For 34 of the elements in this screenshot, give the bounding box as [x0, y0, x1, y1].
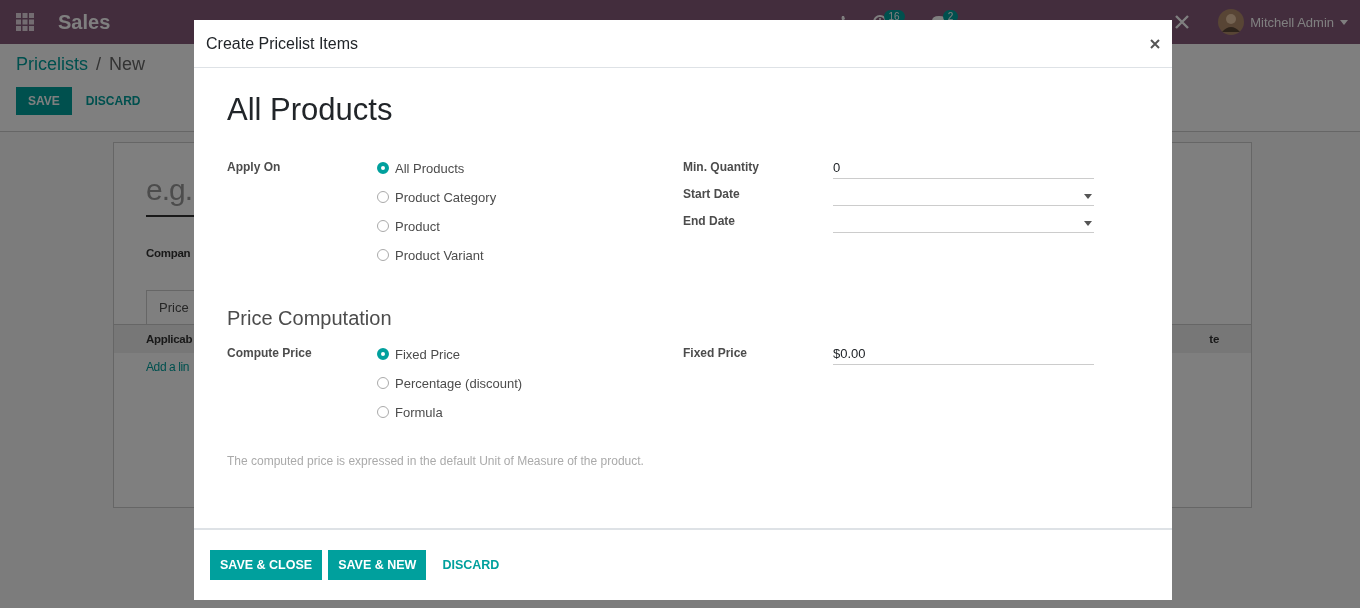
dialog-title: Create Pricelist Items: [206, 34, 359, 53]
price-field[interactable]: $0.00: [833, 346, 1094, 365]
apps-menu-icon[interactable]: [16, 13, 34, 31]
column-header: Applicab: [146, 333, 193, 345]
field-label: Fixed Price: [683, 346, 749, 360]
radio-label[interactable]: Formula: [395, 404, 443, 420]
radio-label[interactable]: Percentage (discount): [395, 375, 523, 391]
record-title: All Products: [227, 92, 394, 128]
app-name: Sales: [58, 10, 111, 34]
caret-icon: [1340, 19, 1348, 25]
field-label: Min. Quantity: [683, 160, 760, 174]
radio-label[interactable]: All Products: [395, 160, 465, 176]
section-title: Price Computation: [227, 307, 393, 330]
quantity-field[interactable]: 0: [833, 160, 1094, 179]
close-icon[interactable]: [1150, 38, 1160, 49]
field-label: Start Date: [683, 187, 741, 201]
field-label: Compan: [146, 247, 191, 259]
radio-label[interactable]: Product Variant: [395, 247, 484, 263]
field-label: End Date: [683, 214, 736, 228]
breadcrumb-current: New: [109, 54, 146, 75]
column-header: te: [1209, 333, 1219, 345]
radio-label[interactable]: Fixed Price: [395, 346, 461, 362]
caret-icon: [1084, 193, 1092, 199]
help-text: The computed price is expressed in the default Unit of Measure of the product.: [227, 454, 645, 468]
field-label: Compute Price: [227, 346, 313, 362]
radio-label[interactable]: Product Category: [395, 189, 497, 205]
breadcrumb-separator: /: [96, 54, 102, 75]
avatar[interactable]: [1218, 9, 1245, 35]
radio-label[interactable]: Product: [395, 218, 440, 234]
field-label: Apply On: [227, 160, 282, 176]
tools-icon[interactable]: [1174, 14, 1191, 30]
radio-button[interactable]: [377, 348, 389, 360]
caret-icon: [1084, 220, 1092, 226]
radio-button[interactable]: [377, 162, 389, 174]
